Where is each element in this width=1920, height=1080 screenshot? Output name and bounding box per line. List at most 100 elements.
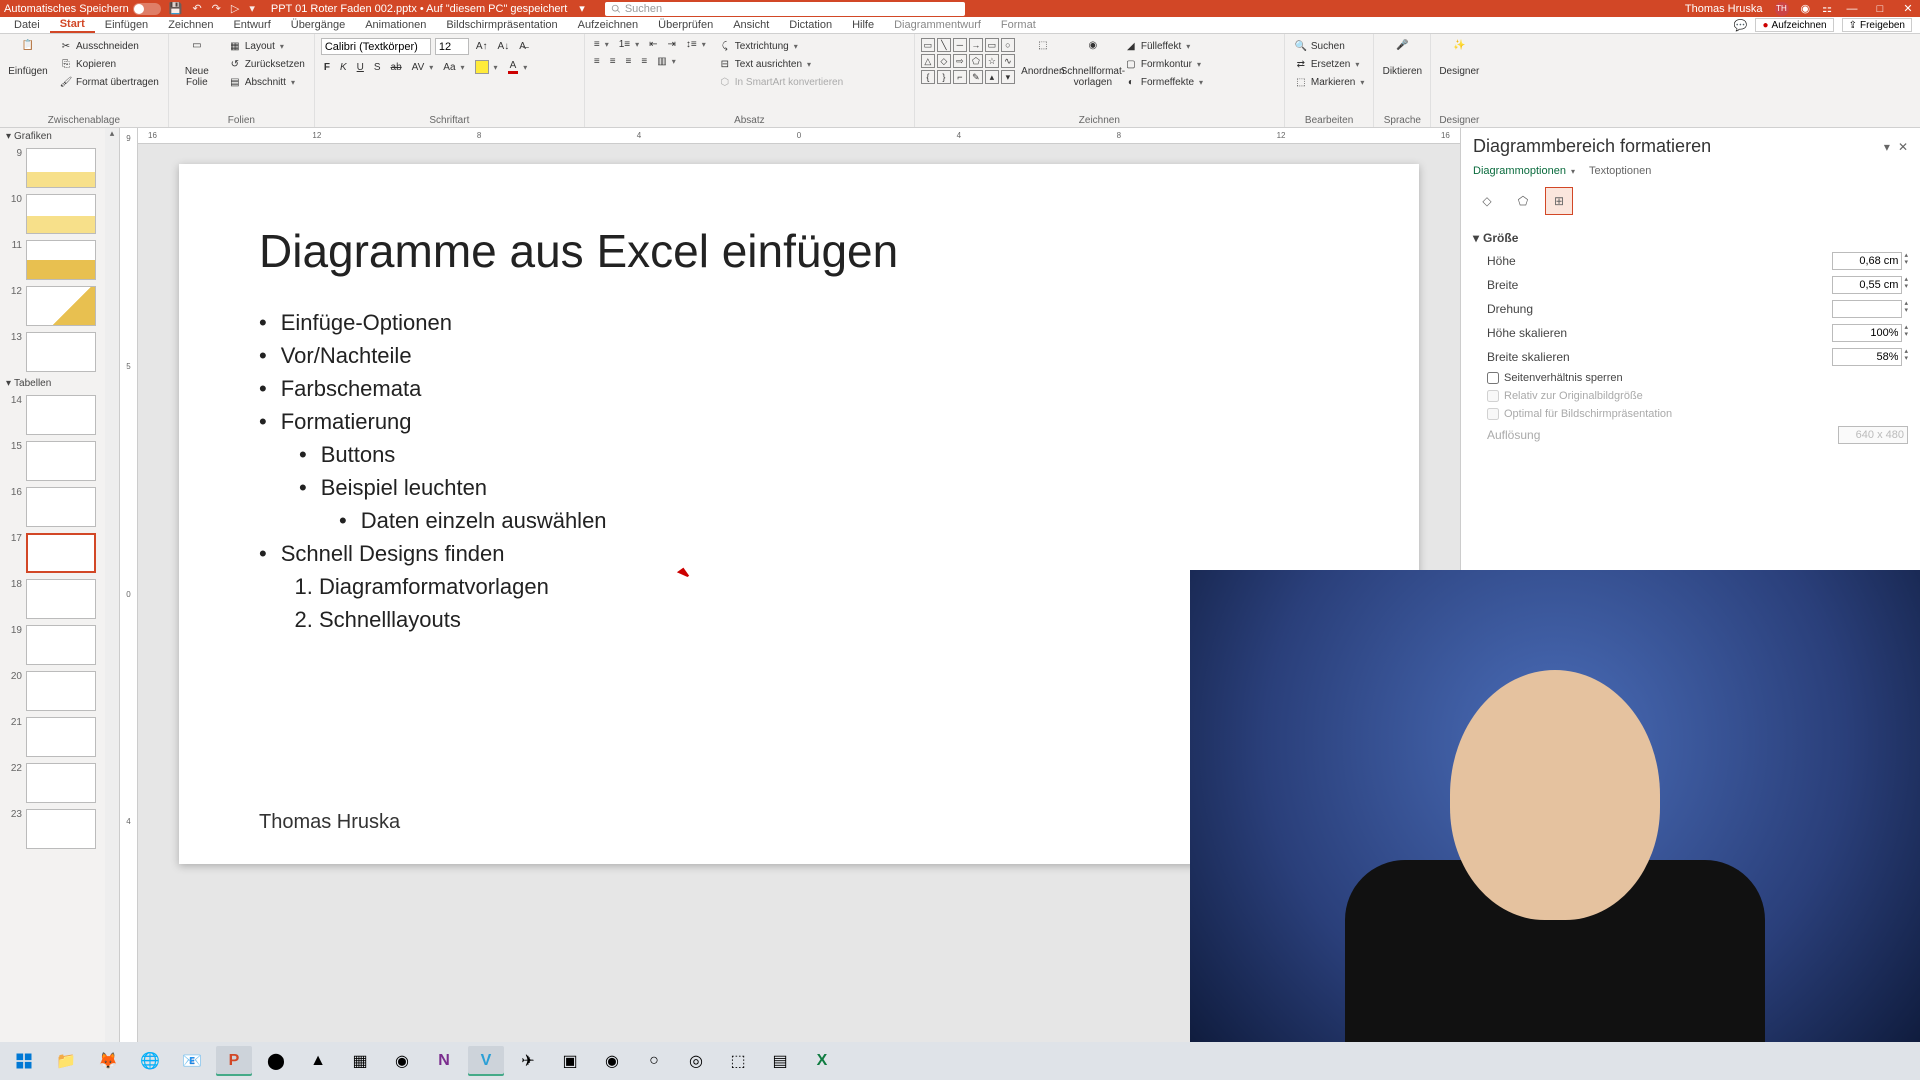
justify-button[interactable]: ≡ [638, 55, 650, 68]
bold-button[interactable]: F [321, 61, 333, 74]
tab-entwurf[interactable]: Entwurf [223, 17, 280, 33]
designer-button[interactable]: ✨Designer [1437, 38, 1481, 79]
numbered-item[interactable]: Schnelllayouts [319, 603, 1339, 636]
scale-w-spinner[interactable]: ▴▾ [1904, 348, 1908, 366]
rotation-input[interactable] [1832, 300, 1902, 318]
tab-hilfe[interactable]: Hilfe [842, 17, 884, 33]
quick-styles-button[interactable]: ◉Schnellformat-vorlagen [1071, 38, 1115, 90]
bullet-item[interactable]: Daten einzeln auswählen [339, 504, 1339, 537]
tab-datei[interactable]: Datei [4, 17, 50, 33]
powerpoint-button[interactable]: P [216, 1046, 252, 1076]
shapes-gallery[interactable]: ▭╲─→▭○ △◇⇨⬠☆∿ {}⌐✎▴▾ [921, 38, 1015, 84]
bullets-button[interactable]: ≡ [591, 38, 612, 51]
window-close-icon[interactable]: ✕ [1900, 2, 1916, 15]
shape-diamond-icon[interactable]: ◇ [937, 54, 951, 68]
app-button[interactable]: ⬤ [258, 1046, 294, 1076]
tab-diagrammentwurf[interactable]: Diagrammentwurf [884, 17, 991, 33]
align-right-button[interactable]: ≡ [623, 55, 635, 68]
app-button-2[interactable]: ▦ [342, 1046, 378, 1076]
bullet-item[interactable]: Einfüge-Optionen [259, 306, 1339, 339]
fp-tab-text-options[interactable]: Textoptionen [1589, 165, 1651, 177]
bullet-list-l2[interactable]: Buttons Beispiel leuchten [299, 438, 1339, 504]
scale-h-input[interactable] [1832, 324, 1902, 342]
bullet-item[interactable]: Beispiel leuchten [299, 471, 1339, 504]
dictate-button[interactable]: 🎤Diktieren [1380, 38, 1424, 79]
excel-button[interactable]: X [804, 1046, 840, 1076]
align-left-button[interactable]: ≡ [591, 55, 603, 68]
tab-format[interactable]: Format [991, 17, 1046, 33]
shape-line-icon[interactable]: ╲ [937, 38, 951, 52]
increase-indent-button[interactable]: ⇥ [665, 38, 679, 51]
shape-line2-icon[interactable]: ─ [953, 38, 967, 52]
smartart-button[interactable]: ⬡In SmartArt konvertieren [715, 74, 846, 90]
shape-star-icon[interactable]: ☆ [985, 54, 999, 68]
shape-rect2-icon[interactable]: ▭ [985, 38, 999, 52]
shape-rect-icon[interactable]: ▭ [921, 38, 935, 52]
bullet-item[interactable]: Formatierung [259, 405, 1339, 438]
app-button-8[interactable]: ▤ [762, 1046, 798, 1076]
firefox-button[interactable]: 🦊 [90, 1046, 126, 1076]
clear-format-button[interactable]: A̶ [516, 40, 529, 53]
thumb-17[interactable]: 17 [0, 530, 119, 576]
strike-button[interactable]: ab [388, 61, 405, 74]
vlc-button[interactable]: ▲ [300, 1046, 336, 1076]
toggle-pill[interactable] [133, 3, 161, 15]
search-box[interactable]: Suchen [605, 2, 965, 16]
window-maximize-icon[interactable]: □ [1872, 3, 1888, 15]
bullet-item[interactable]: Schnell Designs finden [259, 537, 1339, 570]
tab-einfuegen[interactable]: Einfügen [95, 17, 158, 33]
arrange-button[interactable]: ⬚Anordnen [1021, 38, 1065, 79]
slide-title[interactable]: Diagramme aus Excel einfügen [259, 224, 1339, 278]
numbering-button[interactable]: 1≡ [616, 38, 642, 51]
align-center-button[interactable]: ≡ [607, 55, 619, 68]
font-size-combo[interactable] [435, 38, 469, 55]
bullet-item[interactable]: Farbschemata [259, 372, 1339, 405]
chrome-button[interactable]: 🌐 [132, 1046, 168, 1076]
autosave-toggle[interactable]: Automatisches Speichern [4, 3, 161, 15]
redo-icon[interactable]: ↷ [212, 2, 221, 15]
width-spinner[interactable]: ▴▾ [1904, 276, 1908, 294]
shape-tri-icon[interactable]: △ [921, 54, 935, 68]
fp-size-props-icon[interactable]: ⊞ [1545, 187, 1573, 215]
find-button[interactable]: 🔍Suchen [1291, 38, 1367, 54]
window-minimize-icon[interactable]: — [1844, 3, 1860, 15]
thumb-22[interactable]: 22 [0, 760, 119, 806]
shape-more-up-icon[interactable]: ▴ [985, 70, 999, 84]
shape-more-down-icon[interactable]: ▾ [1001, 70, 1015, 84]
grow-font-button[interactable]: A↑ [473, 40, 491, 53]
thumb-13[interactable]: 13 [0, 329, 119, 375]
comments-icon[interactable]: 💬 [1734, 19, 1748, 32]
obs-button[interactable]: ◉ [594, 1046, 630, 1076]
fp-fill-line-icon[interactable]: ◇ [1473, 187, 1501, 215]
ribbon-display-icon[interactable]: ⚏ [1822, 2, 1832, 15]
thumb-18[interactable]: 18 [0, 576, 119, 622]
rotation-spinner[interactable]: ▴▾ [1904, 300, 1908, 318]
onenote-button[interactable]: N [426, 1046, 462, 1076]
thumb-20[interactable]: 20 [0, 668, 119, 714]
app-button-3[interactable]: ◉ [384, 1046, 420, 1076]
thumb-9[interactable]: 9 [0, 145, 119, 191]
cut-button[interactable]: ✂Ausschneiden [56, 38, 162, 54]
section-button[interactable]: ▤Abschnitt [225, 74, 308, 90]
tab-aufzeichnen[interactable]: Aufzeichnen [568, 17, 649, 33]
height-input[interactable] [1832, 252, 1902, 270]
tab-animationen[interactable]: Animationen [355, 17, 436, 33]
tab-start[interactable]: Start [50, 17, 95, 33]
shadow-button[interactable]: S [371, 61, 384, 74]
bullet-item[interactable]: Vor/Nachteile [259, 339, 1339, 372]
thumb-15[interactable]: 15 [0, 438, 119, 484]
fp-section-size[interactable]: ▾Größe [1473, 227, 1908, 249]
highlight-button[interactable] [472, 59, 501, 75]
numbered-list[interactable]: Diagramformatvorlagen Schnelllayouts [319, 570, 1339, 636]
replace-button[interactable]: ⇄Ersetzen [1291, 56, 1367, 72]
shape-arrow-icon[interactable]: → [969, 38, 983, 52]
shape-fill-button[interactable]: ◢Fülleffekt [1121, 38, 1206, 54]
numbered-item[interactable]: Diagramformatvorlagen [319, 570, 1339, 603]
scale-w-input[interactable] [1832, 348, 1902, 366]
bullet-list[interactable]: Einfüge-Optionen Vor/Nachteile Farbschem… [259, 306, 1339, 438]
telegram-button[interactable]: ✈ [510, 1046, 546, 1076]
tab-ueberpruefen[interactable]: Überprüfen [648, 17, 723, 33]
app-button-4[interactable]: ▣ [552, 1046, 588, 1076]
user-avatar[interactable]: TH [1775, 2, 1789, 16]
paste-button[interactable]: 📋 Einfügen [6, 38, 50, 79]
